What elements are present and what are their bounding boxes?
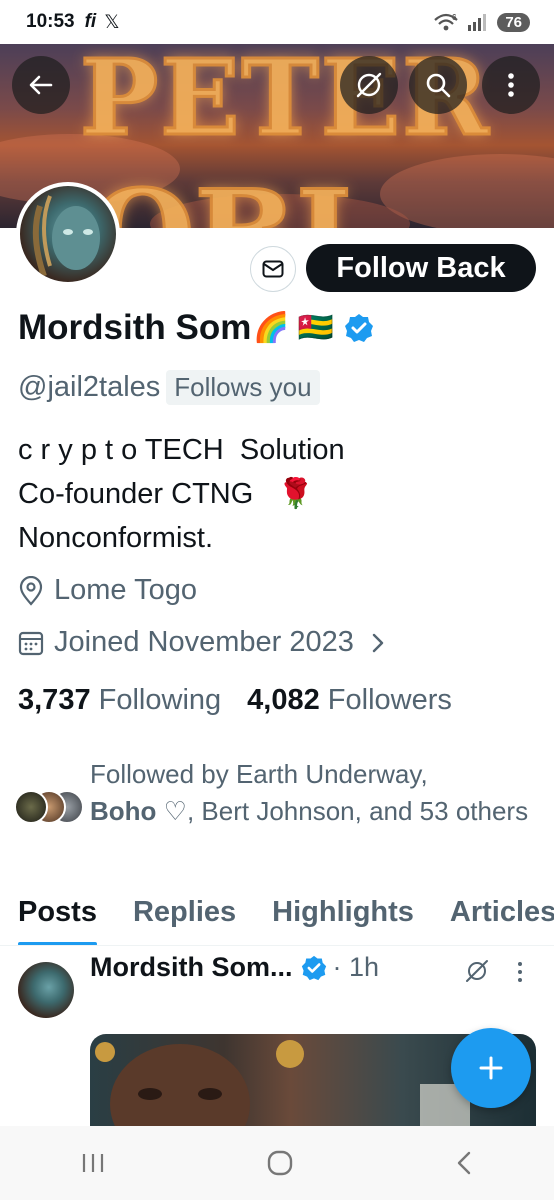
arrow-left-icon [29,75,53,95]
avatar-face-icon [32,195,100,277]
system-nav-bar [0,1126,554,1200]
profile-tabs: Posts Replies Highlights Articles [0,890,554,946]
follows-you-badge: Follows you [166,370,320,405]
bio-line: Co-founder CTNG 🌹 [18,478,314,510]
followed-by-bold-name: Boho [90,796,157,826]
more-vertical-icon[interactable] [516,960,524,984]
follow-counts: 3,737 Following 4,082 Followers [18,684,452,717]
followed-by-text: Followed by Earth Underway, Boho ♡, Bert… [90,756,530,830]
notification-icon: fi [84,11,97,32]
profile-name-row: Mordsith Som 🌈 🇹🇬 [18,308,374,348]
search-button[interactable] [409,56,467,114]
followers-label: Followers [327,684,452,716]
recent-apps-icon[interactable] [80,1152,106,1174]
compose-post-button[interactable] [451,1028,531,1108]
avatar [14,790,48,824]
name-emojis: 🌈 🇹🇬 [253,312,334,344]
network-type: 6 [452,13,457,22]
post-header: Mordsith Som... · 1h [90,952,379,983]
plus-icon [479,1056,503,1080]
x-app-icon: 𝕏 [104,11,120,33]
post-time: · 1h [332,952,380,982]
tab-articles[interactable]: Articles [432,890,554,945]
following-link[interactable]: 3,737 Following [18,684,221,717]
followers-link[interactable]: 4,082 Followers [247,684,452,717]
search-icon [426,73,451,98]
verified-badge-icon [301,955,326,980]
tab-highlights[interactable]: Highlights [254,890,432,945]
followed-by-rest: ♡, Bert Johnson, and 53 others [163,796,529,826]
grok-icon[interactable] [464,958,490,984]
joined-text: Joined November 2023 [54,626,354,658]
status-time: 10:53 [26,11,75,32]
banner-subline: OBI [88,163,353,229]
bio-line: c r y p t o TECH Solution [18,434,345,466]
grok-button[interactable] [340,56,398,114]
grok-icon [356,72,382,98]
more-vertical-icon [508,73,514,97]
home-icon[interactable] [266,1149,294,1177]
back-icon[interactable] [454,1150,474,1176]
follow-back-button[interactable]: Follow Back [306,244,536,292]
mail-icon [262,260,284,278]
bio-line: Nonconformist. [18,522,214,554]
post-author-name[interactable]: Mordsith Som... [90,952,293,983]
post-author-avatar[interactable] [18,962,74,1018]
followed-by-avatars [14,790,86,826]
following-count: 3,737 [18,684,91,716]
tab-posts[interactable]: Posts [0,890,115,945]
chevron-right-icon [372,633,384,652]
wifi-icon: 6 [434,13,459,31]
signal-icon [468,14,487,31]
calendar-icon [18,631,44,655]
location-row: Lome Togo [18,574,197,607]
joined-row[interactable]: Joined November 2023 [18,626,398,659]
message-button[interactable] [250,246,296,292]
followed-by-prefix: Followed by Earth Underway, [90,759,428,789]
status-bar: 10:53 fi 𝕏 6 76 [0,0,554,44]
battery-level: 76 [497,12,530,32]
profile-bio: c r y p t o TECH Solution Co-founder CTNG… [18,428,345,560]
back-button[interactable] [12,56,70,114]
tab-replies[interactable]: Replies [115,890,254,945]
profile-avatar[interactable] [16,182,120,286]
followers-count: 4,082 [247,684,320,716]
location-pin-icon [19,575,43,606]
more-options-button[interactable] [482,56,540,114]
verified-badge-icon[interactable] [344,313,374,343]
profile-handle: @jail2tales [18,371,161,403]
profile-name: Mordsith Som [18,308,252,347]
handle-row: @jail2tales Follows you [18,370,320,405]
following-label: Following [98,684,222,716]
location-text: Lome Togo [54,574,197,606]
